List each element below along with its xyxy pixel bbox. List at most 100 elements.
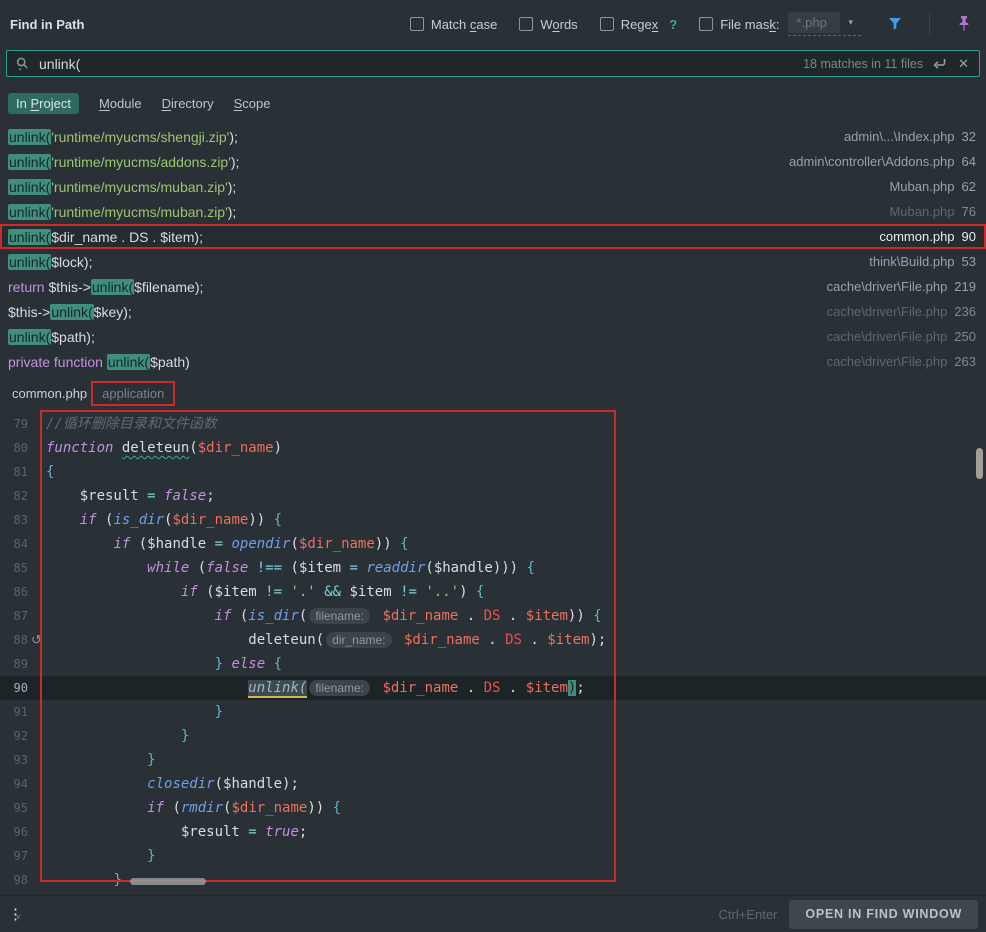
open-in-find-window-button[interactable]: OPEN IN FIND WINDOW — [789, 900, 978, 929]
code-token: 'runtime/myucms/muban.zip' — [51, 179, 228, 195]
search-icon[interactable] — [15, 56, 31, 72]
more-options-button[interactable]: ⋮˅ — [8, 905, 26, 923]
result-file-path: cache\driver\File.php — [827, 354, 948, 369]
result-row[interactable]: unlink('runtime/myucms/muban.zip');Muban… — [0, 174, 986, 199]
editor-line[interactable]: 82 $result = false; — [0, 484, 986, 508]
result-line-number: 64 — [962, 154, 976, 169]
editor-line[interactable]: 83 if (is_dir($dir_name)) { — [0, 508, 986, 532]
code-token — [46, 656, 215, 672]
code-line-content: } — [28, 844, 156, 868]
code-token: $dir_name — [382, 680, 458, 696]
result-row[interactable]: private function unlink($path)cache\driv… — [0, 349, 986, 374]
editor-line[interactable]: 88↺ deleteun(dir_name: $dir_name . DS . … — [0, 628, 986, 652]
result-row[interactable]: unlink($dir_name . DS . $item);common.ph… — [0, 224, 986, 249]
tab-module[interactable]: Module — [99, 96, 142, 111]
editor-line[interactable]: 97 } — [0, 844, 986, 868]
preview-file-tab[interactable]: common.php — [12, 386, 87, 401]
chevron-down-icon[interactable]: ▾ — [840, 17, 861, 28]
editor-line[interactable]: 81{ — [0, 460, 986, 484]
editor-line[interactable]: 93 } — [0, 748, 986, 772]
regex-option[interactable]: Regex ? — [600, 17, 678, 32]
code-token: ( — [164, 800, 181, 816]
code-token: $this-> — [48, 279, 90, 295]
new-line-icon[interactable] — [931, 56, 948, 71]
close-icon[interactable]: ✕ — [956, 56, 971, 72]
file-mask-value[interactable]: *.php — [788, 12, 840, 33]
code-token — [257, 824, 265, 840]
result-row[interactable]: unlink('runtime/myucms/shengji.zip');adm… — [0, 124, 986, 149]
header-divider — [929, 13, 930, 35]
editor-line[interactable]: 85 while (false !== ($item = readdir($ha… — [0, 556, 986, 580]
editor-line[interactable]: 87 if (is_dir(filename: $dir_name . DS .… — [0, 604, 986, 628]
match-case-checkbox[interactable] — [410, 17, 424, 31]
editor-line[interactable]: 96 $result = true; — [0, 820, 986, 844]
search-input[interactable] — [39, 56, 795, 72]
code-token — [156, 488, 164, 504]
regex-checkbox[interactable] — [600, 17, 614, 31]
tab-directory[interactable]: Directory — [162, 96, 214, 111]
code-token — [46, 680, 248, 696]
search-field[interactable]: 18 matches in 11 files ✕ — [6, 50, 980, 77]
result-line-number: 90 — [962, 229, 976, 244]
file-mask-option[interactable]: File mask: *.php ▾ — [699, 12, 861, 36]
match-highlight: unlink( — [248, 680, 307, 698]
file-mask-label: File mask: — [720, 17, 779, 32]
find-in-path-dialog: Find in Path Match case Words Regex ? Fi… — [0, 0, 986, 932]
code-token: if — [215, 608, 232, 624]
recursive-call-icon[interactable]: ↺ — [31, 628, 42, 652]
result-row[interactable]: unlink('runtime/myucms/muban.zip');Muban… — [0, 199, 986, 224]
result-row[interactable]: unlink('runtime/myucms/addons.zip');admi… — [0, 149, 986, 174]
code-line-content: $result = true; — [28, 820, 307, 844]
editor-line[interactable]: 79//循环删除目录和文件函数 — [0, 412, 986, 436]
pin-icon — [956, 15, 972, 33]
code-token — [46, 800, 147, 816]
line-number: 96 — [0, 820, 28, 844]
file-mask-combobox[interactable]: *.php ▾ — [788, 12, 861, 36]
result-code-snippet: unlink('runtime/myucms/muban.zip'); — [8, 204, 236, 220]
editor-line[interactable]: 90 unlink(filename: $dir_name . DS . $it… — [0, 676, 986, 700]
code-token — [46, 776, 147, 792]
file-mask-checkbox[interactable] — [699, 17, 713, 31]
filter-funnel-icon — [886, 15, 904, 33]
match-case-option[interactable]: Match case — [410, 17, 497, 32]
result-row[interactable]: return $this->unlink($filename);cache\dr… — [0, 274, 986, 299]
code-token: = — [248, 824, 256, 840]
result-file-path: common.php — [879, 229, 954, 244]
editor-line[interactable]: 95 if (rmdir($dir_name)) { — [0, 796, 986, 820]
result-file-location: think\Build.php53 — [869, 254, 976, 269]
code-preview-editor[interactable]: 79//循环删除目录和文件函数80function deleteun($dir_… — [0, 408, 986, 895]
result-row[interactable]: unlink($path);cache\driver\File.php250 — [0, 324, 986, 349]
code-token: $path); — [51, 329, 95, 345]
editor-line[interactable]: 80function deleteun($dir_name) — [0, 436, 986, 460]
result-line-number: 62 — [962, 179, 976, 194]
code-token: is_dir — [248, 608, 299, 624]
words-checkbox[interactable] — [519, 17, 533, 31]
match-highlight: unlink( — [107, 354, 150, 370]
result-row[interactable]: unlink($lock);think\Build.php53 — [0, 249, 986, 274]
words-label: Words — [540, 17, 577, 32]
editor-line[interactable]: 89 } else { — [0, 652, 986, 676]
regex-help-link[interactable]: ? — [669, 17, 677, 32]
result-row[interactable]: $this->unlink($key);cache\driver\File.ph… — [0, 299, 986, 324]
editor-line[interactable]: 86 if ($item != '.' && $item != '..') { — [0, 580, 986, 604]
code-line-content: } — [28, 868, 122, 892]
editor-line[interactable]: 84 if ($handle = opendir($dir_name)) { — [0, 532, 986, 556]
editor-line[interactable]: 92 } — [0, 724, 986, 748]
tab-scope[interactable]: Scope — [234, 96, 271, 111]
words-option[interactable]: Words — [519, 17, 577, 32]
filter-search-results-button[interactable] — [883, 12, 907, 36]
code-token: } — [181, 728, 189, 744]
tab-in-project[interactable]: In Project — [8, 93, 79, 114]
code-token: $dir_name — [198, 440, 274, 456]
preview-header: common.php application — [0, 379, 175, 408]
code-token: )) — [375, 536, 400, 552]
dialog-title: Find in Path — [10, 17, 84, 32]
horizontal-scrollbar-thumb[interactable] — [130, 878, 206, 885]
code-token: { — [333, 800, 341, 816]
editor-line[interactable]: 94 closedir($handle); — [0, 772, 986, 796]
result-line-number: 250 — [954, 329, 976, 344]
pin-window-button[interactable] — [952, 12, 976, 36]
vertical-scrollbar-thumb[interactable] — [976, 448, 983, 479]
editor-line[interactable]: 91 } — [0, 700, 986, 724]
line-number: 88 — [0, 628, 28, 652]
